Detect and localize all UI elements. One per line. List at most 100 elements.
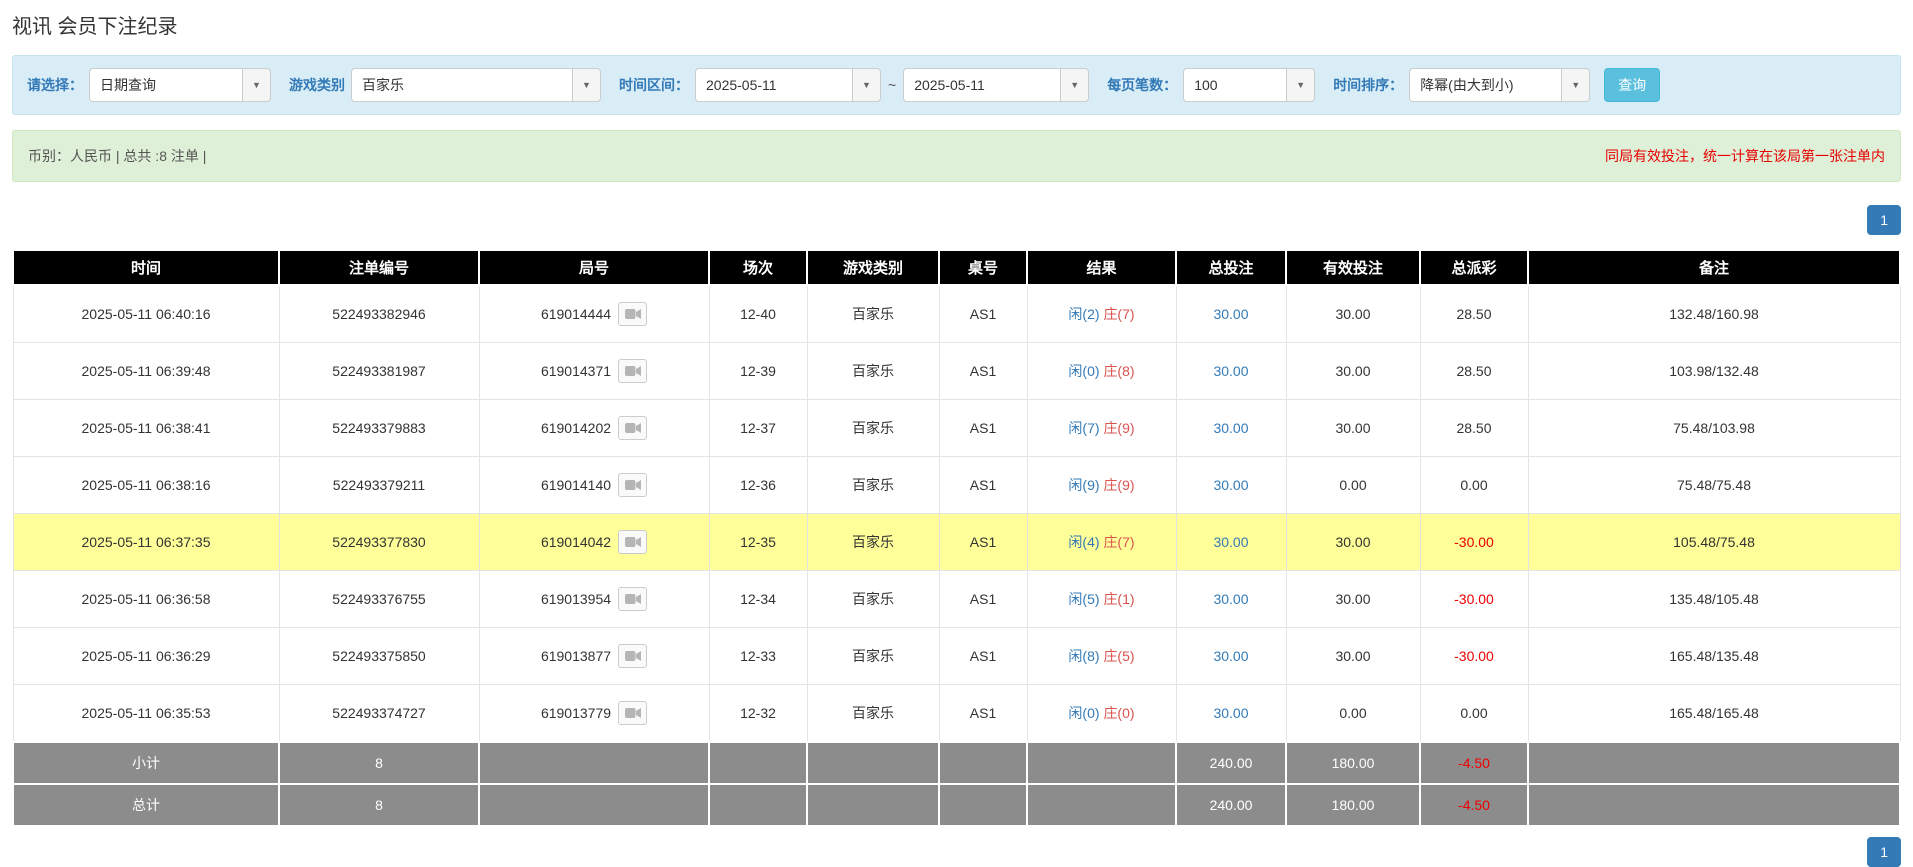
page-size-value[interactable]: 100 xyxy=(1183,68,1286,102)
cell-bet-id: 522493382946 xyxy=(279,285,479,343)
chevron-down-icon[interactable]: ▼ xyxy=(572,68,601,102)
cell-payout: -30.00 xyxy=(1420,514,1528,571)
cell-valid-bet: 30.00 xyxy=(1286,628,1420,685)
footer-row: 总计8240.00180.00-4.50 xyxy=(13,784,1900,826)
cell-total-bet: 30.00 xyxy=(1176,457,1286,514)
footer-spacer xyxy=(1528,742,1900,784)
banker-result: 庄(5) xyxy=(1103,648,1134,664)
cell-bet-id: 522493374727 xyxy=(279,685,479,743)
cell-payout: 28.50 xyxy=(1420,285,1528,343)
chevron-down-icon[interactable]: ▼ xyxy=(1561,68,1590,102)
cell-total-bet: 30.00 xyxy=(1176,685,1286,743)
footer-spacer xyxy=(1528,784,1900,826)
video-replay-icon xyxy=(625,365,641,377)
table-row: 2025-05-11 06:38:41522493379883619014202… xyxy=(13,400,1900,457)
table-row: 2025-05-11 06:36:58522493376755619013954… xyxy=(13,571,1900,628)
sort-value[interactable]: 降幂(由大到小) xyxy=(1409,68,1561,102)
cell-game-type: 百家乐 xyxy=(807,400,939,457)
cell-session: 12-40 xyxy=(709,285,807,343)
cell-time: 2025-05-11 06:38:41 xyxy=(13,400,279,457)
footer-spacer xyxy=(939,784,1027,826)
chevron-down-icon[interactable]: ▼ xyxy=(1286,68,1315,102)
footer-spacer xyxy=(939,742,1027,784)
sort-label: 时间排序： xyxy=(1333,75,1403,95)
column-header: 结果 xyxy=(1027,250,1176,285)
cell-table-no: AS1 xyxy=(939,685,1027,743)
cell-remark: 165.48/135.48 xyxy=(1528,628,1900,685)
date-from-value[interactable]: 2025-05-11 xyxy=(695,68,852,102)
cell-round-id: 619013954 xyxy=(479,571,709,628)
video-replay-button[interactable] xyxy=(618,473,647,497)
column-header: 游戏类别 xyxy=(807,250,939,285)
cell-round-id: 619014444 xyxy=(479,285,709,343)
cell-time: 2025-05-11 06:35:53 xyxy=(13,685,279,743)
total-bet-link[interactable]: 30.00 xyxy=(1213,363,1248,379)
notice-text: 同局有效投注，统一计算在该局第一张注单内 xyxy=(1605,146,1885,166)
column-header: 局号 xyxy=(479,250,709,285)
video-replay-button[interactable] xyxy=(618,302,647,326)
query-type-value[interactable]: 日期查询 xyxy=(89,68,242,102)
total-bet-link[interactable]: 30.00 xyxy=(1213,648,1248,664)
cell-round-id: 619014140 xyxy=(479,457,709,514)
player-result: 闲(7) xyxy=(1068,420,1099,436)
total-bet-link[interactable]: 30.00 xyxy=(1213,477,1248,493)
footer-spacer xyxy=(1027,784,1176,826)
cell-result: 闲(0) 庄(0) xyxy=(1027,685,1176,743)
video-replay-button[interactable] xyxy=(618,530,647,554)
player-result: 闲(4) xyxy=(1068,534,1099,550)
cell-result: 闲(7) 庄(9) xyxy=(1027,400,1176,457)
column-header: 备注 xyxy=(1528,250,1900,285)
cell-result: 闲(0) 庄(8) xyxy=(1027,343,1176,400)
cell-payout: -30.00 xyxy=(1420,571,1528,628)
table-row: 2025-05-11 06:36:29522493375850619013877… xyxy=(13,628,1900,685)
cell-time: 2025-05-11 06:36:58 xyxy=(13,571,279,628)
cell-game-type: 百家乐 xyxy=(807,628,939,685)
video-replay-button[interactable] xyxy=(618,587,647,611)
game-type-value[interactable]: 百家乐 xyxy=(351,68,572,102)
footer-spacer xyxy=(479,742,709,784)
select-label: 请选择： xyxy=(27,75,83,95)
page-1-button[interactable]: 1 xyxy=(1867,837,1901,867)
video-replay-button[interactable] xyxy=(618,701,647,725)
summary-bar: 币别：人民币 | 总共 :8 注单 | 同局有效投注，统一计算在该局第一张注单内 xyxy=(12,130,1901,182)
page-1-button[interactable]: 1 xyxy=(1867,205,1901,235)
cell-bet-id: 522493376755 xyxy=(279,571,479,628)
video-replay-button[interactable] xyxy=(618,644,647,668)
total-bet-link[interactable]: 30.00 xyxy=(1213,591,1248,607)
video-replay-button[interactable] xyxy=(618,416,647,440)
banker-result: 庄(0) xyxy=(1103,705,1134,721)
column-header: 总投注 xyxy=(1176,250,1286,285)
video-replay-icon xyxy=(625,308,641,320)
chevron-down-icon[interactable]: ▼ xyxy=(852,68,881,102)
column-header: 桌号 xyxy=(939,250,1027,285)
cell-time: 2025-05-11 06:36:29 xyxy=(13,628,279,685)
cell-payout: 28.50 xyxy=(1420,343,1528,400)
cell-result: 闲(4) 庄(7) xyxy=(1027,514,1176,571)
cell-round-id: 619013877 xyxy=(479,628,709,685)
cell-remark: 103.98/132.48 xyxy=(1528,343,1900,400)
date-from-combo: 2025-05-11 ▼ xyxy=(695,68,881,102)
time-range-label: 时间区间： xyxy=(619,75,689,95)
date-to-value[interactable]: 2025-05-11 xyxy=(903,68,1060,102)
cell-valid-bet: 30.00 xyxy=(1286,514,1420,571)
cell-game-type: 百家乐 xyxy=(807,285,939,343)
total-bet-link[interactable]: 30.00 xyxy=(1213,534,1248,550)
cell-remark: 165.48/165.48 xyxy=(1528,685,1900,743)
chevron-down-icon[interactable]: ▼ xyxy=(242,68,271,102)
cell-session: 12-32 xyxy=(709,685,807,743)
cell-valid-bet: 30.00 xyxy=(1286,400,1420,457)
player-result: 闲(8) xyxy=(1068,648,1099,664)
cell-table-no: AS1 xyxy=(939,457,1027,514)
banker-result: 庄(8) xyxy=(1103,363,1134,379)
total-bet-link[interactable]: 30.00 xyxy=(1213,705,1248,721)
chevron-down-icon[interactable]: ▼ xyxy=(1060,68,1089,102)
search-button[interactable]: 查询 xyxy=(1604,68,1660,102)
cell-time: 2025-05-11 06:40:16 xyxy=(13,285,279,343)
cell-table-no: AS1 xyxy=(939,628,1027,685)
total-bet-link[interactable]: 30.00 xyxy=(1213,420,1248,436)
video-replay-button[interactable] xyxy=(618,359,647,383)
pagination-bottom: 1 xyxy=(12,837,1901,867)
cell-game-type: 百家乐 xyxy=(807,457,939,514)
total-bet-link[interactable]: 30.00 xyxy=(1213,306,1248,322)
cell-valid-bet: 30.00 xyxy=(1286,343,1420,400)
